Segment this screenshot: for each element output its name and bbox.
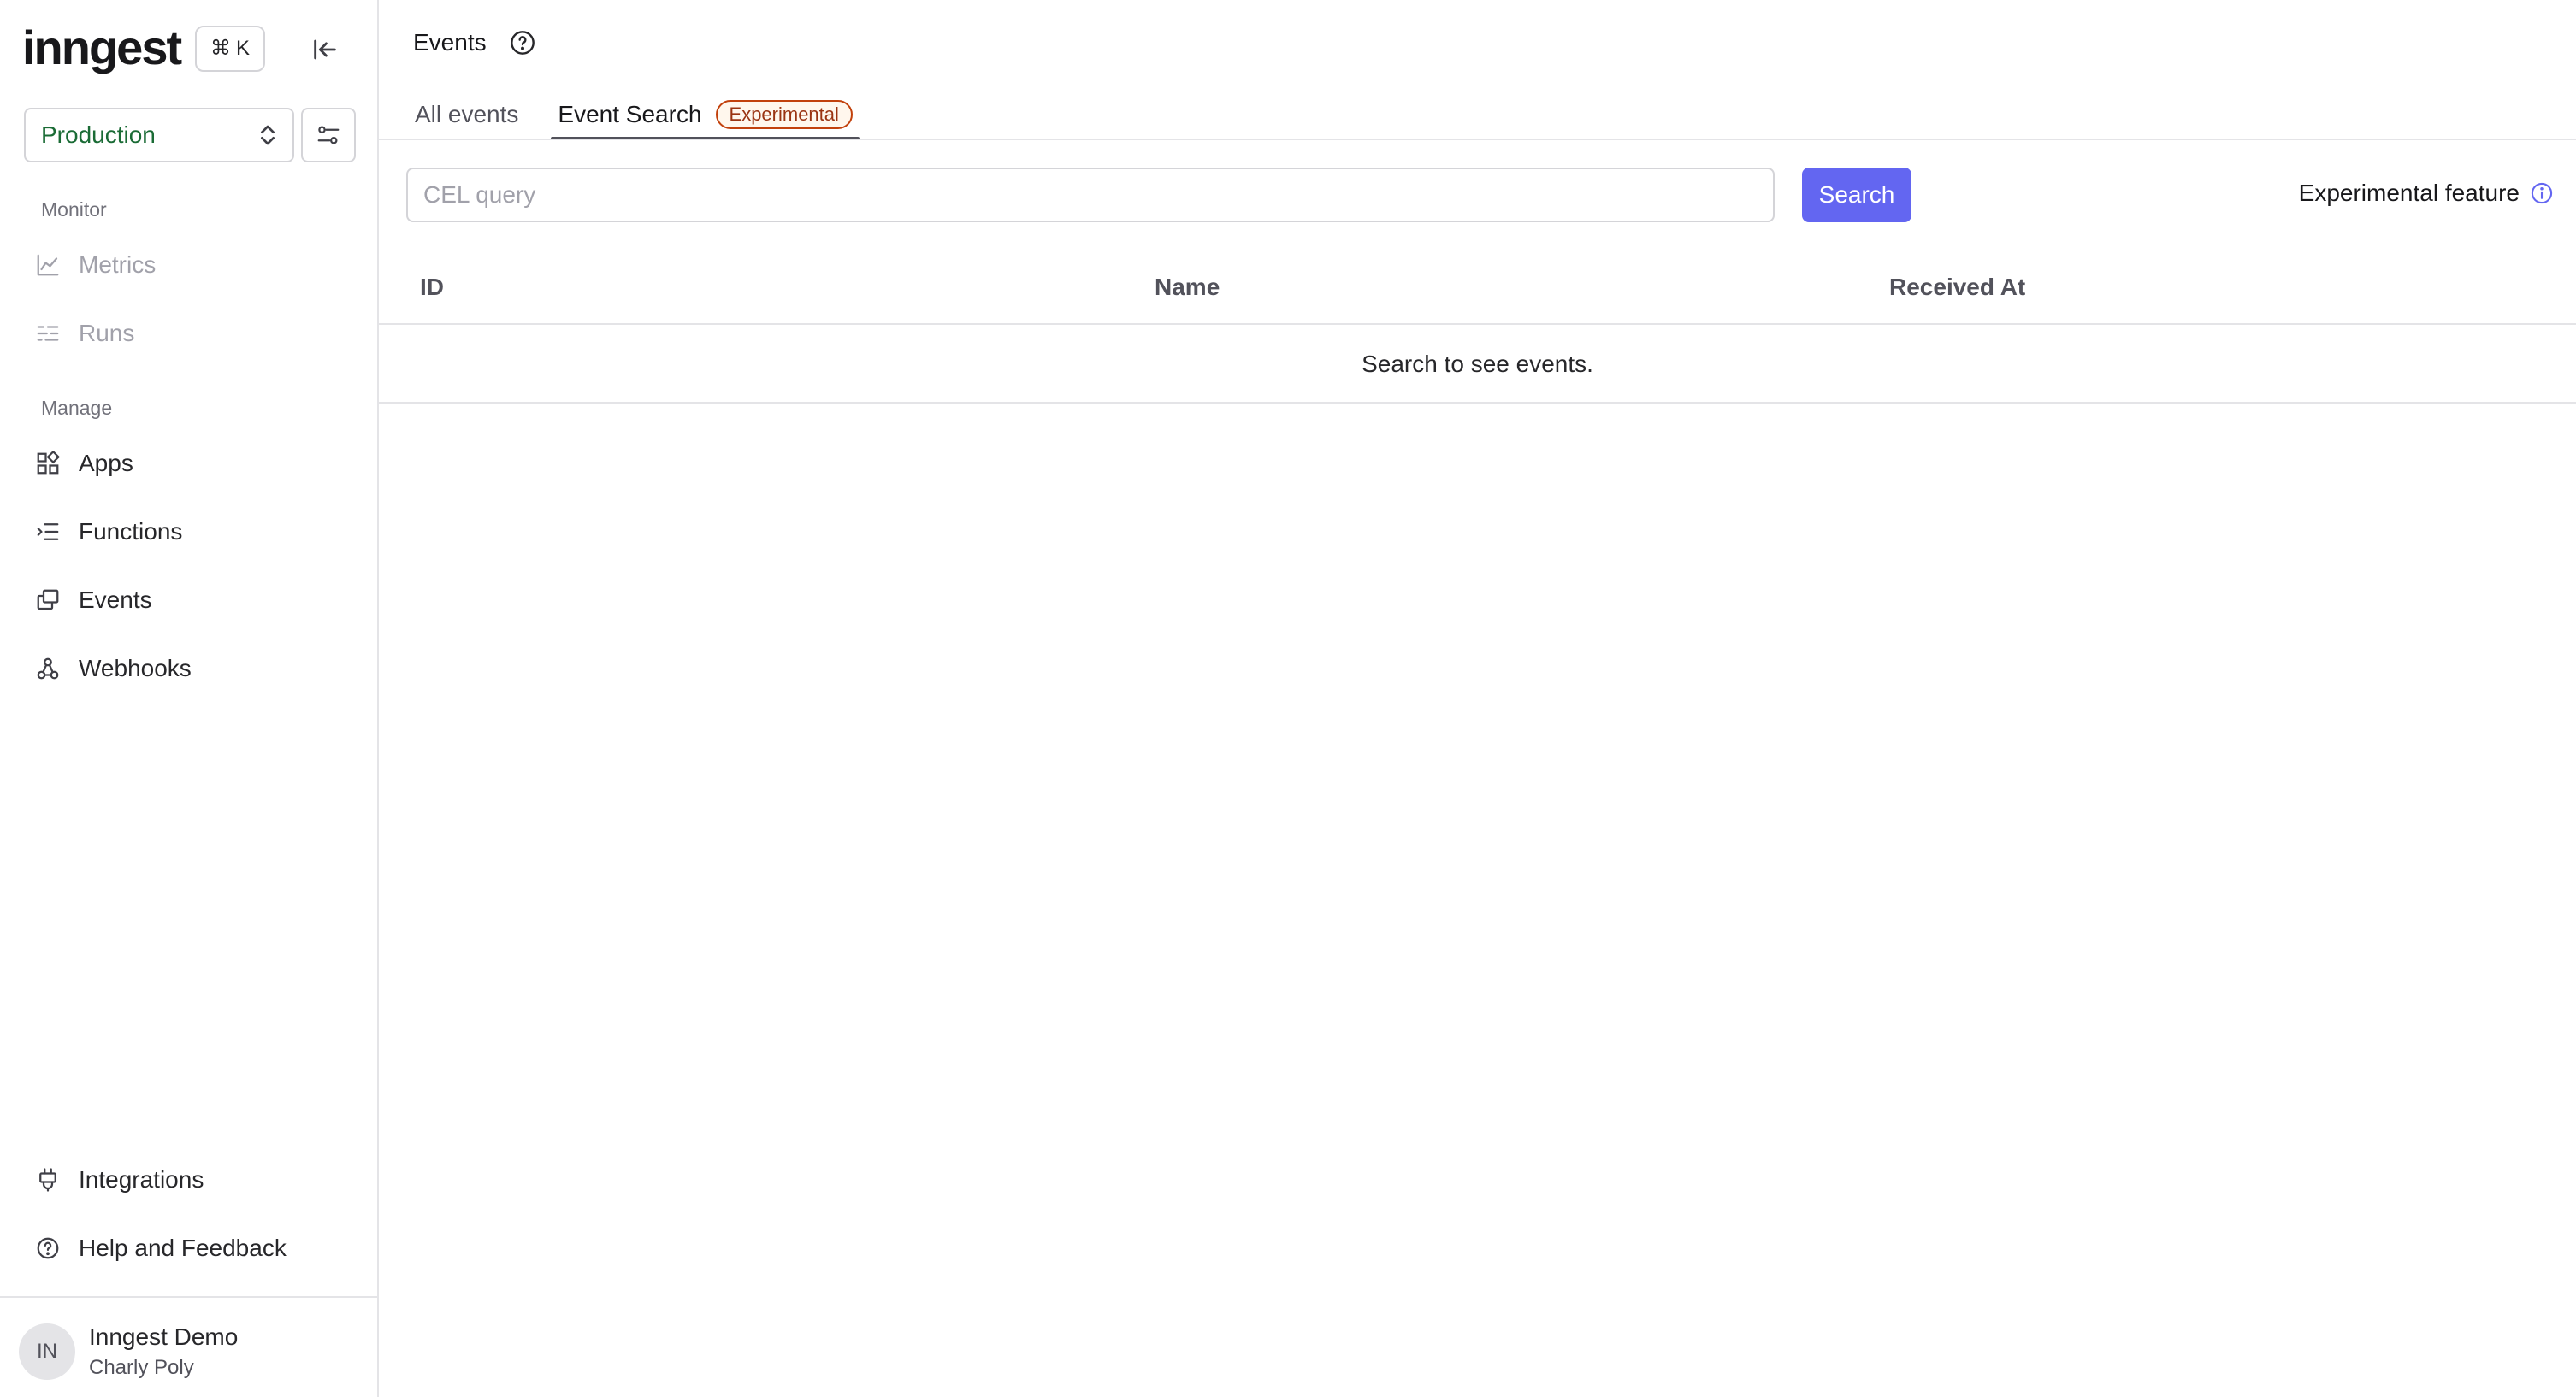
experimental-badge: Experimental [715, 100, 853, 129]
sidebar-item-integrations[interactable]: Integrations [34, 1156, 204, 1204]
experimental-feature-note: Experimental feature [2299, 180, 2554, 207]
sidebar-item-label: Apps [79, 450, 133, 476]
organization-name[interactable]: Inngest Demo [89, 1323, 238, 1351]
sidebar-item-label: Runs [79, 320, 135, 346]
column-header-received-at: Received At [1889, 274, 2026, 300]
brand-row: inngest ⌘ K [22, 21, 357, 75]
help-circle-icon [34, 1235, 62, 1262]
page-title: Events [413, 29, 487, 56]
events-window-icon [34, 587, 62, 614]
column-header-name: Name [1155, 274, 1220, 300]
info-icon[interactable] [2530, 181, 2554, 205]
sidebar-item-label: Events [79, 587, 152, 613]
section-label-monitor: Monitor [41, 198, 107, 221]
avatar[interactable]: IN [19, 1323, 75, 1380]
page-header: Events [413, 29, 536, 56]
environment-select[interactable]: Production [24, 108, 294, 162]
chevron-up-down-icon [261, 125, 275, 145]
apps-grid-icon [34, 450, 62, 477]
sidebar-item-label: Help and Feedback [79, 1235, 287, 1261]
functions-list-icon [34, 518, 62, 545]
sidebar-item-help[interactable]: Help and Feedback [34, 1224, 287, 1272]
chart-line-icon [34, 251, 62, 279]
sidebar-item-label: Integrations [79, 1166, 204, 1193]
sidebar: inngest ⌘ K Production Monitor Metrics R… [0, 0, 379, 1397]
search-button[interactable]: Search [1802, 168, 1911, 222]
environment-label: Production [41, 121, 156, 148]
sidebar-item-runs[interactable]: Runs [34, 309, 134, 357]
webhook-icon [34, 655, 62, 682]
tab-event-search[interactable]: Event Search Experimental [551, 91, 860, 140]
environment-settings-button[interactable] [301, 108, 356, 162]
plug-icon [34, 1166, 62, 1194]
experimental-feature-label: Experimental feature [2298, 180, 2520, 206]
app: inngest ⌘ K Production Monitor Metrics R… [0, 0, 2576, 1397]
main-content: Events All events Event Search Experimen… [379, 0, 2576, 1397]
sidebar-item-metrics[interactable]: Metrics [34, 241, 156, 289]
sidebar-item-label: Functions [79, 518, 183, 545]
tab-bar: All events Event Search Experimental [413, 91, 890, 140]
command-palette-button[interactable]: ⌘ K [195, 26, 266, 72]
collapse-sidebar-button[interactable] [304, 29, 346, 70]
tab-all-events[interactable]: All events [413, 91, 520, 139]
inngest-logo[interactable]: inngest [22, 21, 182, 75]
tab-label: All events [415, 101, 519, 127]
events-table-header: ID Name Received At [379, 256, 2576, 325]
sidebar-item-apps[interactable]: Apps [34, 439, 133, 487]
runs-list-icon [34, 320, 62, 347]
section-label-manage: Manage [41, 397, 113, 419]
help-circle-icon[interactable] [509, 29, 536, 56]
column-header-id: ID [420, 274, 444, 300]
sidebar-item-functions[interactable]: Functions [34, 508, 182, 556]
empty-state-message: Search to see events. [379, 327, 2576, 404]
collapse-left-icon [314, 39, 336, 60]
user-name: Charly Poly [89, 1356, 194, 1379]
header-divider [379, 139, 2576, 140]
sidebar-item-label: Metrics [79, 251, 157, 278]
shortcut-key: K [236, 37, 251, 60]
cel-query-input[interactable] [406, 168, 1775, 222]
sliders-icon [317, 126, 340, 144]
tab-label: Event Search [558, 101, 702, 127]
command-key-icon: ⌘ [210, 37, 231, 60]
sidebar-item-webhooks[interactable]: Webhooks [34, 645, 192, 693]
sidebar-divider [0, 1296, 377, 1298]
sidebar-item-events[interactable]: Events [34, 576, 152, 624]
sidebar-item-label: Webhooks [79, 655, 192, 681]
